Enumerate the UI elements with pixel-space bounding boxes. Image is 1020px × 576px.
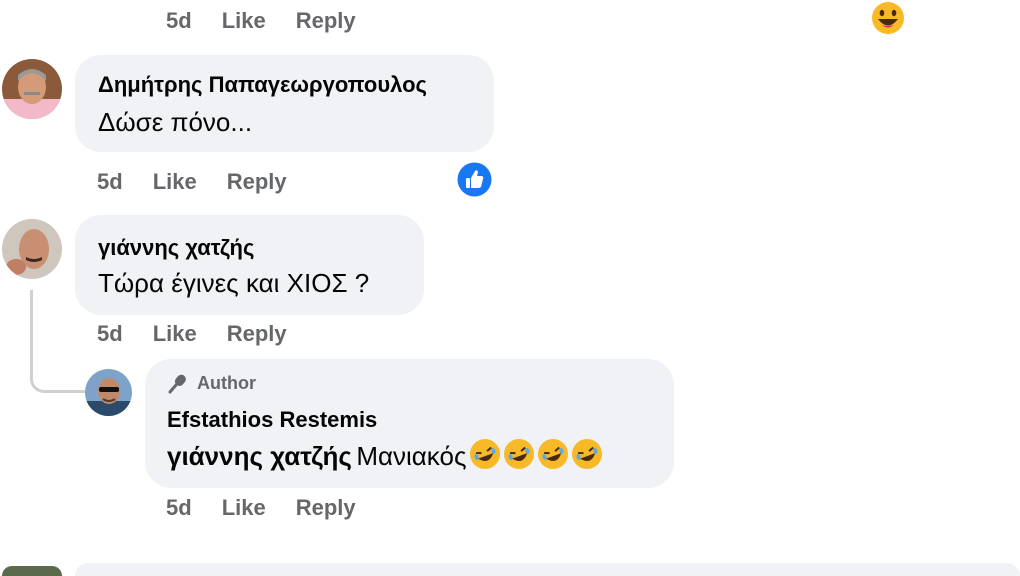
comment-author[interactable]: γιάννης χατζής <box>98 235 254 261</box>
rolling-on-floor-laughing-emoji <box>572 439 603 469</box>
rolling-on-floor-laughing-emoji <box>470 439 501 469</box>
grinning-reaction-icon[interactable] <box>871 1 905 35</box>
comment-author[interactable]: Δημήτρης Παπαγεωργοπουλος <box>98 72 427 98</box>
rolling-on-floor-laughing-emoji <box>504 439 535 469</box>
like-link[interactable]: Like <box>222 8 266 34</box>
avatar[interactable] <box>2 59 62 119</box>
reply-text: Μανιακός <box>356 441 467 471</box>
author-badge: Author <box>167 372 256 394</box>
reply-bubble: Author Efstathios Restemis γιάννης χατζή… <box>145 359 674 488</box>
timestamp[interactable]: 5d <box>97 169 123 195</box>
comment-text: Τώρα έγινες και ΧΙΟΣ ? <box>98 268 370 298</box>
microphone-icon <box>167 372 189 394</box>
comment-actions: 5d Like Reply <box>97 321 287 347</box>
like-link[interactable]: Like <box>222 495 266 521</box>
like-link[interactable]: Like <box>153 169 197 195</box>
reply-author[interactable]: Efstathios Restemis <box>167 407 377 433</box>
comment-actions: 5d Like Reply <box>97 169 287 195</box>
author-badge-label: Author <box>197 372 256 393</box>
rolling-on-floor-laughing-emoji <box>538 439 569 469</box>
thread-connector-line <box>30 290 85 393</box>
mention-link[interactable]: γιάννης χατζής <box>167 441 352 471</box>
emoji-group <box>466 439 603 469</box>
like-link[interactable]: Like <box>153 321 197 347</box>
comment-text: Δώσε πόνο... <box>98 107 253 137</box>
comment-bubble: γιάννης χατζής Τώρα έγινες και ΧΙΟΣ ? <box>75 215 424 315</box>
reply-link[interactable]: Reply <box>296 495 356 521</box>
reply-link[interactable]: Reply <box>227 169 287 195</box>
avatar[interactable] <box>2 566 62 576</box>
like-reaction-icon[interactable] <box>457 162 492 197</box>
timestamp[interactable]: 5d <box>166 495 192 521</box>
comment-bubble: Δημήτρης Παπαγεωργοπουλος Δώσε πόνο... <box>75 55 494 152</box>
reply-content: γιάννης χατζής Μανιακός <box>167 439 603 472</box>
timestamp[interactable]: 5d <box>166 8 192 34</box>
reply-link[interactable]: Reply <box>296 8 356 34</box>
comment-actions-top: 5d Like Reply <box>166 8 356 34</box>
comment-bubble <box>75 563 1020 576</box>
reply-actions: 5d Like Reply <box>166 495 356 521</box>
reply-link[interactable]: Reply <box>227 321 287 347</box>
avatar[interactable] <box>85 369 132 416</box>
avatar[interactable] <box>2 219 62 279</box>
timestamp[interactable]: 5d <box>97 321 123 347</box>
